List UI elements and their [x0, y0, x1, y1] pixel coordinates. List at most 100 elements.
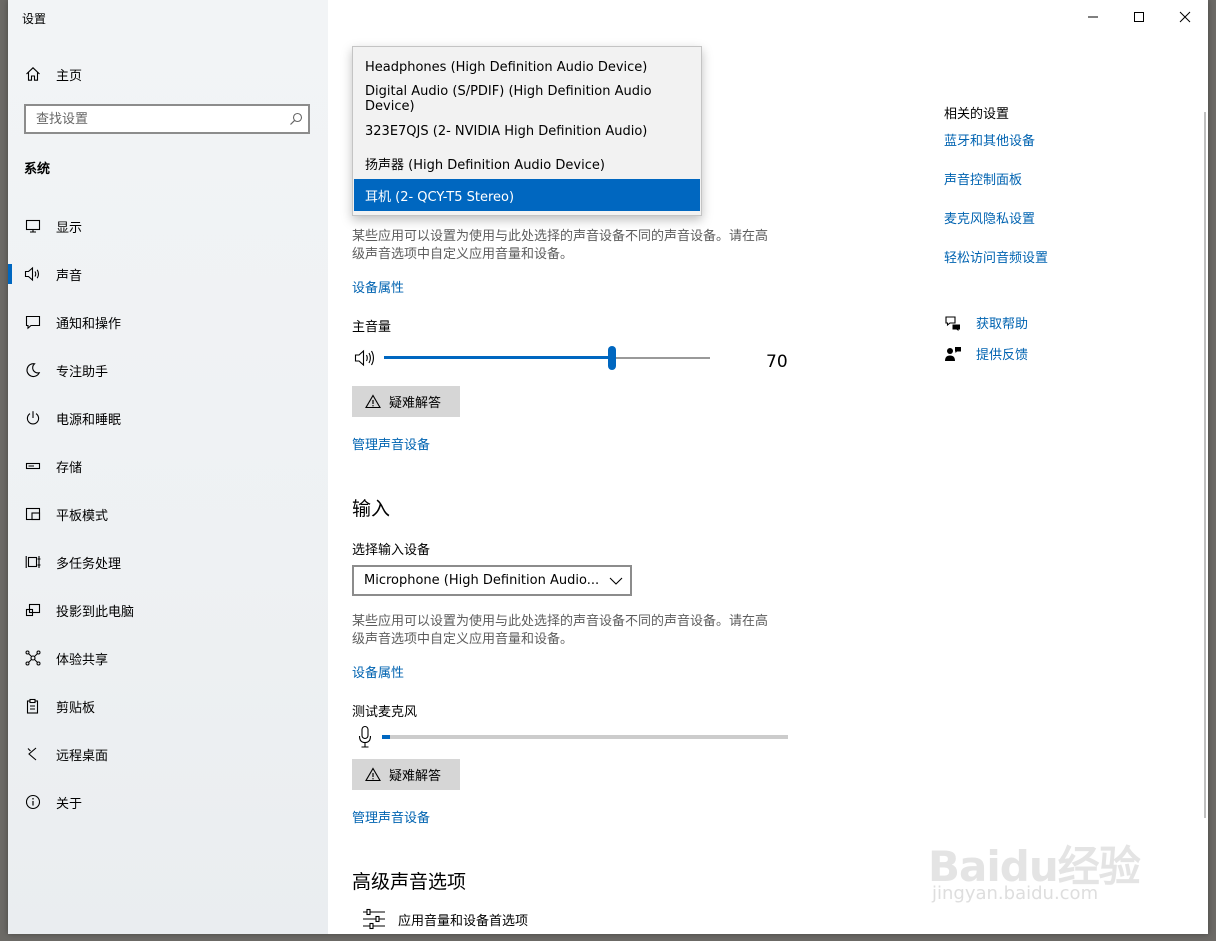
sidebar-item-label: 平板模式	[56, 508, 109, 524]
nav-home[interactable]: 主页	[22, 62, 82, 86]
advanced-heading: 高级声音选项	[352, 871, 467, 893]
sidebar-item-label: 剪贴板	[56, 700, 96, 716]
sidebar-item-label: 专注助手	[56, 364, 109, 380]
sidebar-item-label: 存储	[56, 460, 83, 476]
sidebar-item-shared-experiences[interactable]: 体验共享	[8, 634, 328, 682]
sidebar-item-storage[interactable]: 存储	[8, 442, 328, 490]
close-button[interactable]	[1162, 0, 1208, 34]
sidebar: 设置 主页 系统 显示 声	[8, 0, 328, 934]
sidebar-item-project[interactable]: 投影到此电脑	[8, 586, 328, 634]
input-manage-devices-link[interactable]: 管理声音设备	[352, 807, 430, 826]
input-description: 某些应用可以设置为使用与此处选择的声音设备不同的声音设备。请在高 级声音选项中自…	[352, 613, 812, 649]
warning-icon	[365, 394, 381, 409]
sidebar-item-tablet-mode[interactable]: 平板模式	[8, 490, 328, 538]
mic-level-meter	[382, 735, 788, 739]
feedback-person-icon	[944, 345, 962, 363]
sidebar-item-notifications[interactable]: 通知和操作	[8, 298, 328, 346]
output-troubleshoot-button[interactable]: 疑难解答	[352, 386, 460, 417]
test-mic-label: 测试麦克风	[352, 705, 418, 720]
output-description-line: 级声音选项中自定义应用音量和设备。	[352, 247, 574, 262]
sidebar-item-remote-desktop[interactable]: 远程桌面	[8, 730, 328, 778]
master-volume-thumb[interactable]	[608, 346, 617, 370]
dropdown-option[interactable]: 323E7QJS (2- NVIDIA High Definition Audi…	[354, 115, 700, 147]
master-volume-value: 70	[766, 352, 788, 372]
output-description-line: 某些应用可以设置为使用与此处选择的声音设备不同的声音设备。请在高	[352, 229, 769, 244]
master-volume-slider[interactable]	[384, 346, 710, 370]
related-link-ease-of-access-audio[interactable]: 轻松访问音频设置	[944, 247, 1048, 266]
sidebar-item-focus-assist[interactable]: 专注助手	[8, 346, 328, 394]
window-controls	[1070, 0, 1208, 34]
sidebar-item-display[interactable]: 显示	[8, 202, 328, 250]
sidebar-item-label: 通知和操作	[56, 316, 122, 332]
power-icon	[22, 407, 44, 429]
input-troubleshoot-button[interactable]: 疑难解答	[352, 759, 460, 790]
tablet-icon	[22, 503, 44, 525]
sidebar-item-label: 关于	[56, 796, 83, 812]
storage-icon	[22, 455, 44, 477]
sidebar-item-label: 电源和睡眠	[56, 412, 122, 428]
search-input[interactable]	[34, 110, 284, 128]
related-link-sound-control-panel[interactable]: 声音控制面板	[944, 169, 1022, 188]
search-icon[interactable]	[284, 112, 308, 126]
get-help-link[interactable]: 获取帮助	[944, 313, 1028, 332]
sliders-icon	[362, 908, 386, 930]
sidebar-item-label: 多任务处理	[56, 556, 122, 572]
input-device-properties-link[interactable]: 设备属性	[352, 662, 404, 681]
scrollbar[interactable]	[1204, 112, 1206, 818]
nav-home-label: 主页	[56, 68, 83, 84]
moon-icon	[22, 359, 44, 381]
nav-list: 显示 声音 通知和操作 专注助手 电源和睡眠 存储 平板模式 多任务处理 投影到…	[8, 202, 328, 826]
main-content: Headphones (High Definition Audio Device…	[328, 0, 1208, 934]
home-icon	[22, 66, 44, 82]
project-icon	[22, 599, 44, 621]
sidebar-item-clipboard[interactable]: 剪贴板	[8, 682, 328, 730]
dropdown-option[interactable]: Headphones (High Definition Audio Device…	[354, 51, 700, 83]
related-title: 相关的设置	[944, 107, 1010, 122]
related-link-bluetooth[interactable]: 蓝牙和其他设备	[944, 130, 1035, 149]
app-volume-preferences[interactable]: 应用音量和设备首选项	[362, 908, 528, 930]
share-icon	[22, 647, 44, 669]
dropdown-option[interactable]: 扬声器 (High Definition Audio Device)	[354, 147, 700, 179]
sidebar-item-label: 投影到此电脑	[56, 604, 135, 620]
output-device-dropdown[interactable]: Headphones (High Definition Audio Device…	[352, 46, 702, 216]
chevron-down-icon	[602, 577, 630, 585]
sidebar-item-multitasking[interactable]: 多任务处理	[8, 538, 328, 586]
related-link-mic-privacy[interactable]: 麦克风隐私设置	[944, 208, 1035, 227]
dropdown-option-selected[interactable]: 耳机 (2- QCY-T5 Stereo)	[354, 179, 700, 211]
maximize-button[interactable]	[1116, 0, 1162, 34]
minimize-button[interactable]	[1070, 0, 1116, 34]
input-device-select[interactable]: Microphone (High Definition Audio...	[352, 565, 632, 596]
sidebar-item-about[interactable]: 关于	[8, 778, 328, 826]
maximize-icon	[1134, 12, 1144, 22]
mic-level-row	[358, 725, 798, 751]
master-volume-label: 主音量	[352, 320, 392, 335]
minimize-icon	[1088, 16, 1098, 18]
search-box[interactable]	[24, 104, 310, 134]
sidebar-item-power[interactable]: 电源和睡眠	[8, 394, 328, 442]
master-volume-row	[354, 344, 794, 374]
mic-level-fill	[382, 735, 391, 739]
input-description-line: 某些应用可以设置为使用与此处选择的声音设备不同的声音设备。请在高	[352, 614, 769, 629]
output-description: 某些应用可以设置为使用与此处选择的声音设备不同的声音设备。请在高 级声音选项中自…	[352, 228, 812, 264]
clipboard-icon	[22, 695, 44, 717]
output-device-properties-link[interactable]: 设备属性	[352, 277, 404, 296]
give-feedback-link[interactable]: 提供反馈	[944, 344, 1028, 363]
input-select-label: 选择输入设备	[352, 543, 431, 558]
troubleshoot-label: 疑难解答	[389, 769, 442, 784]
sidebar-item-label: 显示	[56, 220, 83, 236]
app-volume-label: 应用音量和设备首选项	[398, 913, 529, 929]
speaker-icon	[22, 263, 44, 285]
master-volume-fill	[384, 356, 613, 359]
help-chat-icon	[944, 314, 962, 332]
info-icon	[22, 791, 44, 813]
settings-window: 设置 主页 系统 显示 声	[8, 0, 1208, 934]
sidebar-item-sound[interactable]: 声音	[8, 250, 328, 298]
output-manage-devices-link[interactable]: 管理声音设备	[352, 434, 430, 453]
close-icon	[1179, 11, 1191, 23]
notification-icon	[22, 311, 44, 333]
multitask-icon	[22, 551, 44, 573]
speaker-icon[interactable]	[354, 348, 376, 368]
give-feedback-label: 提供反馈	[976, 348, 1029, 363]
dropdown-option[interactable]: Digital Audio (S/PDIF) (High Definition …	[354, 83, 700, 115]
input-heading: 输入	[352, 498, 391, 520]
